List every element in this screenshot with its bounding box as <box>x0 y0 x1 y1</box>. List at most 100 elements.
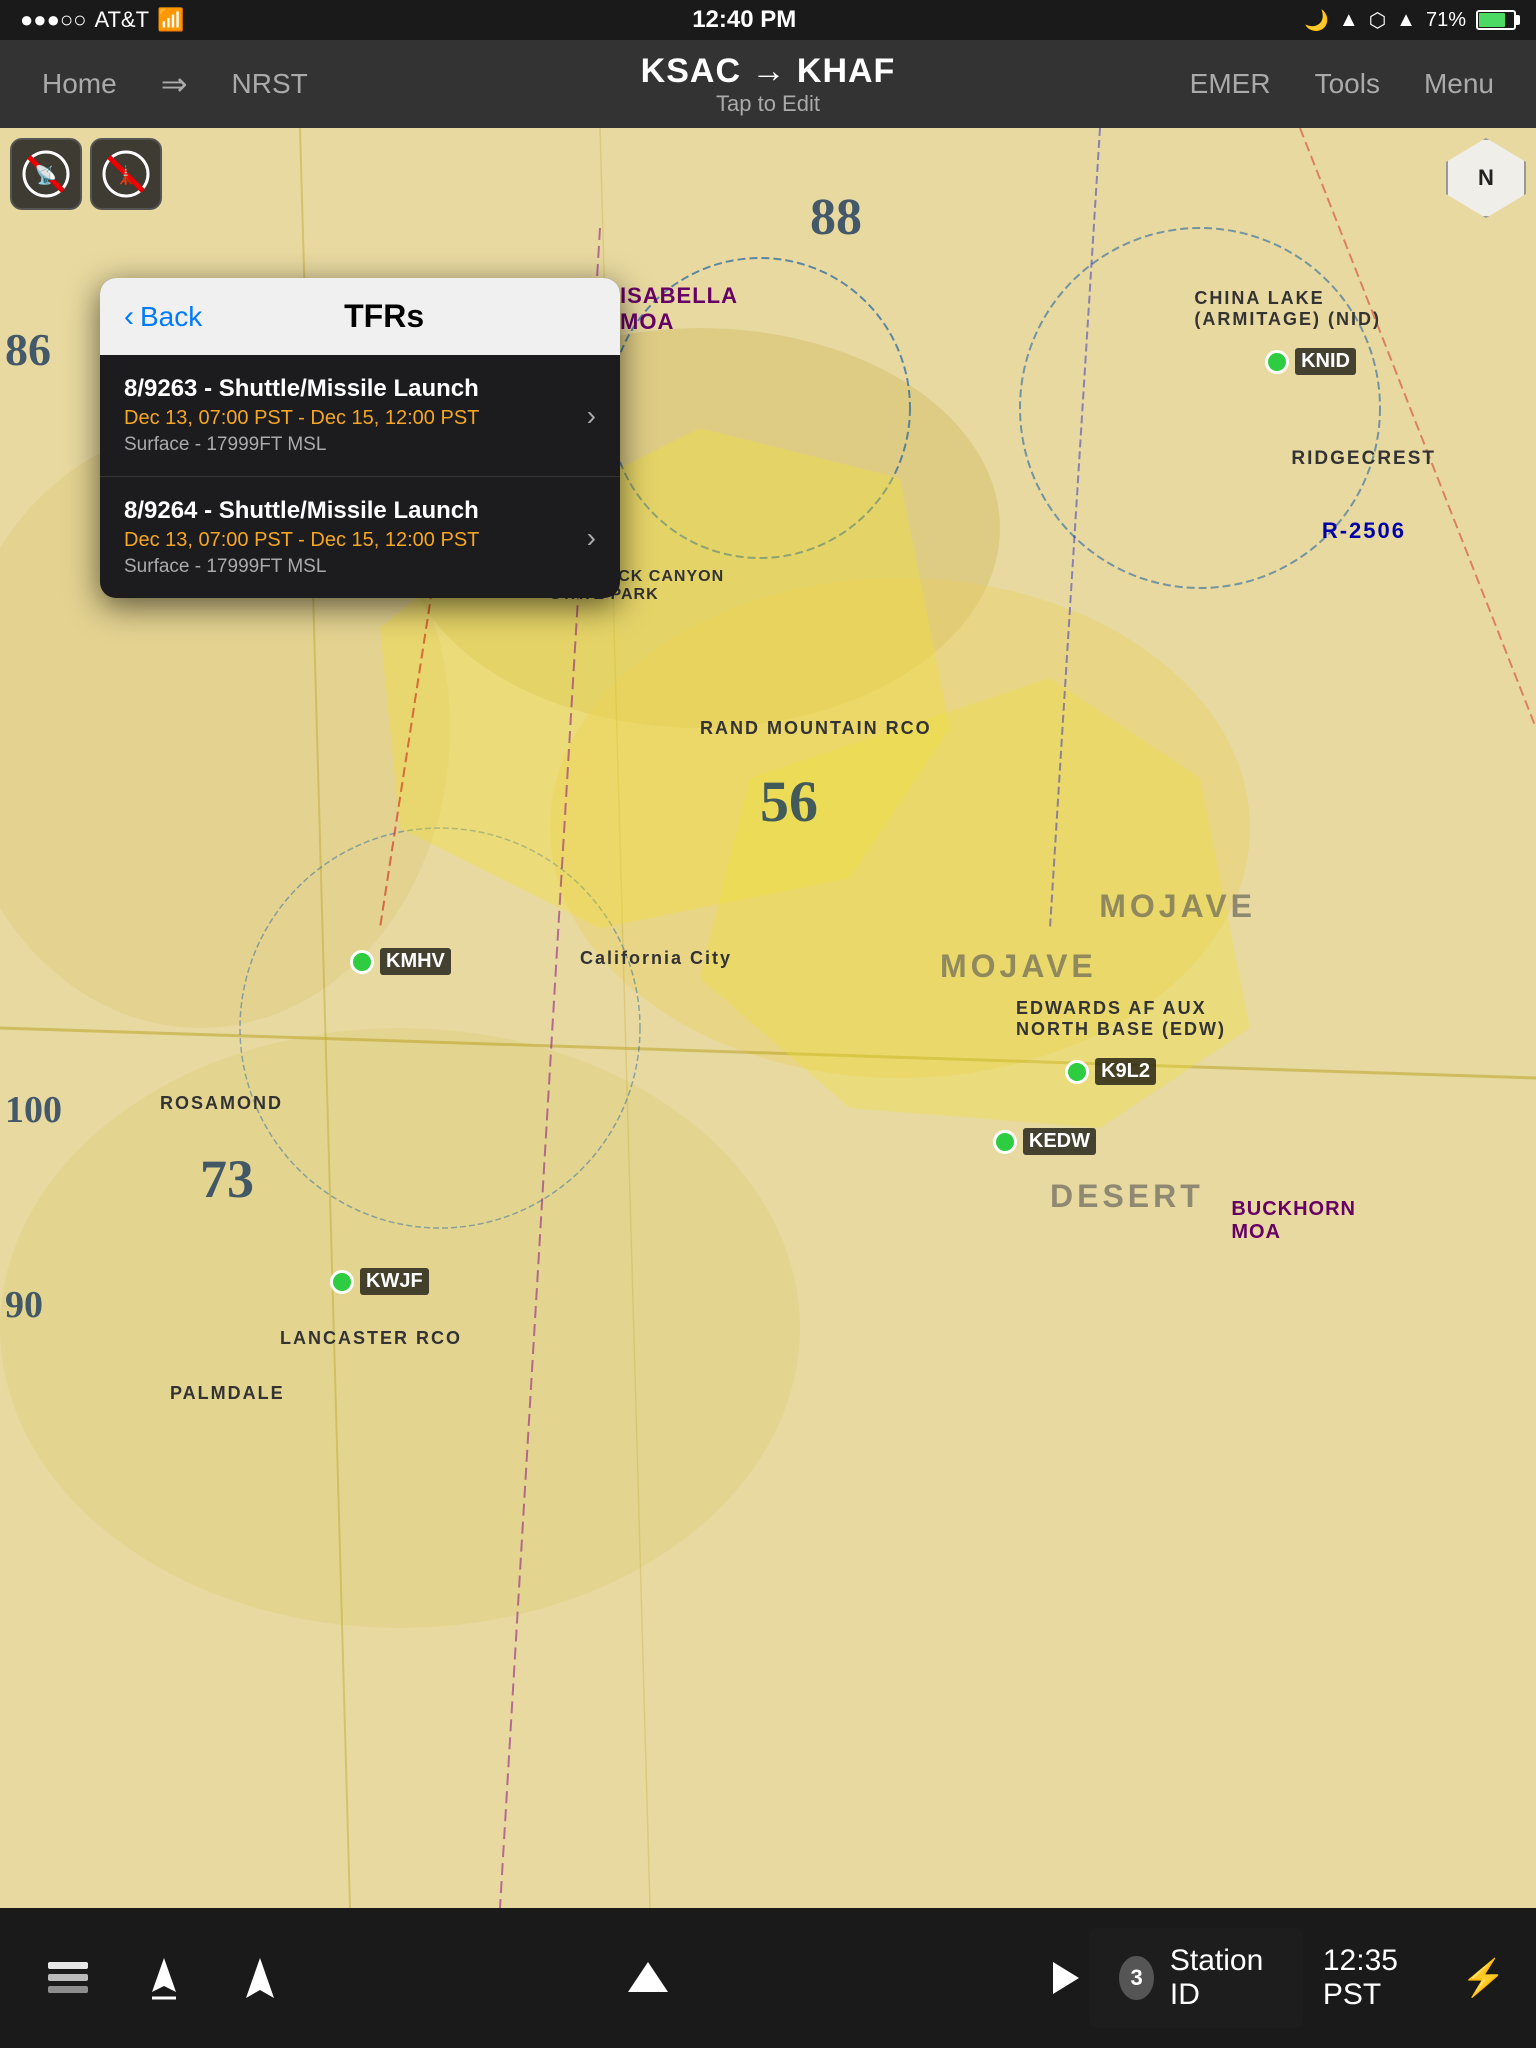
bottom-bar: 3 Station ID 12:35 PST ⚡ <box>0 1908 1536 2048</box>
compass-direction: N <box>1478 165 1494 191</box>
airport-kwjf[interactable]: KWJF <box>330 1268 429 1295</box>
menu-button[interactable]: Menu <box>1402 60 1516 108</box>
svg-text:📡: 📡 <box>35 163 57 185</box>
play-button[interactable] <box>1036 1943 1089 2013</box>
layers-button[interactable] <box>20 1944 116 2012</box>
wifi-icon: 📶 <box>157 7 184 33</box>
tfr-list: 8/9263 - Shuttle/Missile Launch Dec 13, … <box>100 355 620 598</box>
route-icon[interactable]: ⇒ <box>139 57 210 111</box>
airport-dot-kmhv <box>350 950 374 974</box>
tfr-title: TFRs <box>202 298 566 335</box>
tfr-item-1-altitude: Surface - 17999FT MSL <box>124 434 587 456</box>
radio-off-icon-2[interactable]: 🗼 <box>90 138 162 210</box>
status-right-group: 🌙 ▲ ⬡ ▲ 71% <box>1304 8 1516 33</box>
play-icon <box>1039 1954 1087 2002</box>
map-label-lancaster: LANCASTER RCO <box>280 1328 462 1349</box>
signal-icon: ▲ <box>1396 9 1416 32</box>
map-background[interactable]: 📡 🗼 N MOJAVE DESERT NEVADA 88 105 56 73 … <box>0 128 1536 1908</box>
tfr-item-2-title: 8/9264 - Shuttle/Missile Launch <box>124 497 587 525</box>
tfr-item-2-chevron-icon: › <box>587 522 596 554</box>
map-overlay-icons: 📡 🗼 <box>10 138 162 210</box>
radio-off-icon-1[interactable]: 📡 <box>10 138 82 210</box>
airport-dot-kedw <box>993 1130 1017 1154</box>
battery-icon <box>1476 10 1516 30</box>
airport-label-k9l2: K9L2 <box>1095 1058 1156 1085</box>
map-label-edwards: EDWARDS AF AUXNORTH BASE (EDW) <box>1016 998 1226 1040</box>
location-icon: ▲ <box>1339 9 1359 32</box>
map-label-rosamond: ROSAMOND <box>160 1093 283 1114</box>
map-number-100: 100 <box>5 1088 62 1132</box>
tfr-item-2-content: 8/9264 - Shuttle/Missile Launch Dec 13, … <box>124 497 587 578</box>
map-label-mojave-text: MOJAVE <box>1099 888 1256 925</box>
map-label-buckhorn: BUCKHORNMOA <box>1231 1198 1356 1244</box>
nav-bar: Home ⇒ NRST KSAC → KHAF Tap to Edit EMER… <box>0 40 1536 128</box>
layers-icon <box>44 1954 92 2002</box>
map-label-palmdale: PALMDALE <box>170 1383 285 1404</box>
airport-label-kedw: KEDW <box>1023 1128 1096 1155</box>
map-label-rand-mountain: RAND MOUNTAIN RCO <box>700 718 932 739</box>
tfr-item-2[interactable]: 8/9264 - Shuttle/Missile Launch Dec 13, … <box>100 477 620 598</box>
moon-icon: 🌙 <box>1304 8 1329 33</box>
scroll-up-button[interactable] <box>600 1944 696 2012</box>
back-label: Back <box>140 301 202 333</box>
airport-knid[interactable]: KNID <box>1265 348 1356 375</box>
route-title: KSAC → KHAF <box>641 52 896 91</box>
tfr-item-1-title: 8/9263 - Shuttle/Missile Launch <box>124 375 587 403</box>
time-display: 12:35 PST <box>1303 1944 1451 2012</box>
nav-right-group: EMER Tools Menu <box>1156 60 1536 108</box>
radio-x-svg-1: 📡 <box>21 149 71 199</box>
map-number-88: 88 <box>810 188 862 247</box>
svg-text:🗼: 🗼 <box>115 164 137 185</box>
station-id-label: Station ID <box>1170 1944 1273 2012</box>
map-label-china-lake: CHINA LAKE(ARMITAGE) (NID) <box>1194 288 1381 330</box>
tfr-header: ‹ Back TFRs <box>100 278 620 355</box>
airport-k9l2[interactable]: K9L2 <box>1065 1058 1156 1085</box>
airport-dot-knid <box>1265 350 1289 374</box>
bluetooth-icon: ⬡ <box>1369 8 1386 33</box>
bottom-center-group <box>260 1944 1036 2012</box>
track-up-button[interactable] <box>116 1944 212 2012</box>
station-id-area[interactable]: 3 Station ID <box>1089 1928 1302 2028</box>
status-bar: ●●●○○ AT&T 📶 12:40 PM 🌙 ▲ ⬡ ▲ 71% <box>0 0 1536 40</box>
emer-button[interactable]: EMER <box>1168 60 1293 108</box>
scroll-up-icon <box>624 1954 672 2002</box>
back-chevron-icon: ‹ <box>124 300 134 334</box>
tfr-back-button[interactable]: ‹ Back <box>124 300 202 334</box>
home-button[interactable]: Home <box>20 60 139 108</box>
lightning-icon[interactable]: ⚡ <box>1451 1957 1516 1999</box>
tools-button[interactable]: Tools <box>1293 60 1402 108</box>
battery-percent: 71% <box>1426 9 1466 32</box>
compass-rose: N <box>1446 138 1526 218</box>
station-id-number: 3 <box>1119 1956 1153 2000</box>
tfr-item-1-chevron-icon: › <box>587 400 596 432</box>
airport-kmhv[interactable]: KMHV <box>350 948 451 975</box>
map-label-r2506: R-2506 <box>1322 518 1406 544</box>
map-number-86: 86 <box>5 323 51 376</box>
map-number-56: 56 <box>760 768 818 835</box>
bottom-right-group: 3 Station ID 12:35 PST ⚡ <box>1036 1928 1536 2028</box>
map-canvas[interactable]: 📡 🗼 N MOJAVE DESERT NEVADA 88 105 56 73 … <box>0 128 1536 1908</box>
tfr-item-2-altitude: Surface - 17999FT MSL <box>124 556 587 578</box>
status-time: 12:40 PM <box>692 6 796 34</box>
airport-label-kwjf: KWJF <box>360 1268 429 1295</box>
track-up-icon <box>140 1954 188 2002</box>
map-number-90: 90 <box>5 1283 43 1327</box>
airport-dot-k9l2 <box>1065 1060 1089 1084</box>
map-region-mojave: MOJAVE <box>940 948 1097 985</box>
map-label-california-city: California City <box>580 948 732 969</box>
tfr-item-2-time: Dec 13, 07:00 PST - Dec 15, 12:00 PST <box>124 529 587 552</box>
airport-label-kmhv: KMHV <box>380 948 451 975</box>
map-region-desert: DESERT <box>1050 1178 1204 1215</box>
airport-dot-kwjf <box>330 1270 354 1294</box>
map-label-ridgecrest: RIDGECREST <box>1291 448 1436 470</box>
tfr-item-1-time: Dec 13, 07:00 PST - Dec 15, 12:00 PST <box>124 407 587 430</box>
carrier-name: AT&T <box>94 7 149 33</box>
airport-kedw[interactable]: KEDW <box>993 1128 1096 1155</box>
signal-dots: ●●●○○ <box>20 7 86 33</box>
nrst-button[interactable]: NRST <box>210 60 330 108</box>
map-label-isabella: ISABELLAMOA <box>620 283 738 335</box>
tfr-panel: ‹ Back TFRs 8/9263 - Shuttle/Missile Lau… <box>100 278 620 598</box>
tap-to-edit: Tap to Edit <box>716 91 820 117</box>
tfr-item-1[interactable]: 8/9263 - Shuttle/Missile Launch Dec 13, … <box>100 355 620 477</box>
nav-center-group[interactable]: KSAC → KHAF Tap to Edit <box>380 52 1156 117</box>
